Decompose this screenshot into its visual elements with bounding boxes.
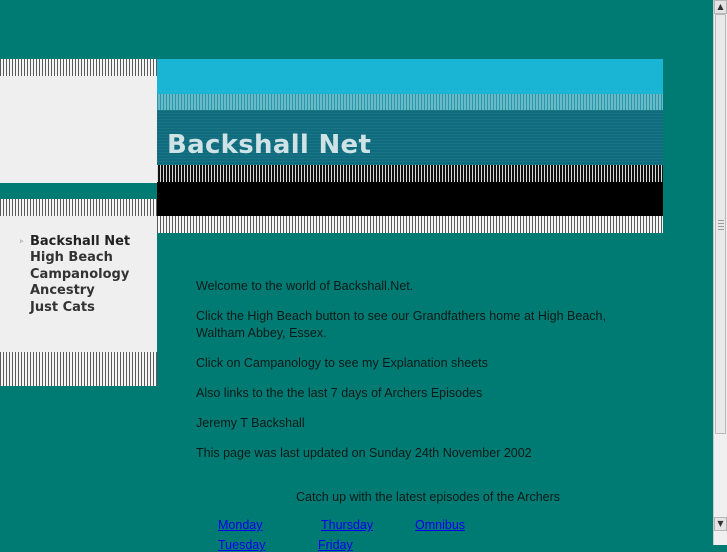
episode-link-thursday[interactable]: Thursday (321, 518, 373, 532)
banner-light-band (157, 94, 663, 110)
welcome-text: Welcome to the world of Backshall.Net. (196, 279, 414, 293)
nav-item-label: Ancestry (30, 283, 95, 299)
nav-item-just-cats[interactable]: Just Cats (20, 299, 130, 316)
nav-item-label: High Beach (30, 250, 113, 266)
archers-heading: Catch up with the latest episodes of the… (296, 490, 561, 504)
banner-stripe-bottom (157, 216, 663, 233)
site-title: Backshall Net (167, 130, 372, 160)
left-top-stripe (0, 59, 157, 76)
left-mid-stripe (0, 199, 157, 216)
campanology-text: Click on Campanology to see my Explanati… (196, 356, 488, 370)
grip-icon (718, 220, 724, 230)
episode-link-omnibus[interactable]: Omnibus (415, 518, 465, 532)
nav-arrow-icon: ▹ (20, 237, 24, 246)
nav-item-label: Just Cats (30, 299, 95, 315)
scroll-up-button[interactable]: ▲ (714, 0, 727, 14)
banner-cyan-band (157, 59, 663, 94)
high-beach-text: Click the High Beach button to see our G… (196, 309, 606, 340)
nav-item-label: Backshall Net (30, 233, 131, 249)
side-navigation: ▹ Backshall Net High Beach Campanology A… (20, 233, 130, 316)
scrollbar-corner (714, 531, 727, 545)
left-top-panel (0, 76, 157, 183)
vertical-scrollbar[interactable]: ▲ ▼ (713, 0, 727, 545)
nav-item-label: Campanology (30, 266, 130, 282)
left-bottom-stripe (0, 352, 157, 386)
banner-black-band (157, 182, 663, 216)
nav-item-campanology[interactable]: Campanology (20, 266, 130, 283)
archers-text: Also links to the the last 7 days of Arc… (196, 386, 483, 400)
nav-item-ancestry[interactable]: Ancestry (20, 283, 130, 300)
nav-item-high-beach[interactable]: High Beach (20, 250, 130, 267)
arrow-up-icon: ▲ (717, 2, 724, 11)
author-name: Jeremy T Backshall (196, 416, 305, 430)
arrow-down-icon: ▼ (717, 519, 724, 528)
episode-link-friday[interactable]: Friday (318, 538, 353, 552)
last-updated-text: This page was last updated on Sunday 24t… (196, 446, 532, 460)
scrollbar-thumb[interactable] (715, 14, 726, 434)
nav-item-backshall-net[interactable]: ▹ Backshall Net (20, 233, 130, 250)
scroll-down-button[interactable]: ▼ (714, 517, 727, 531)
banner-stripe-top (157, 165, 663, 182)
episode-link-tuesday[interactable]: Tuesday (218, 538, 265, 552)
main-content: Welcome to the world of Backshall.Net. C… (196, 278, 636, 475)
episode-link-monday[interactable]: Monday (218, 518, 262, 532)
